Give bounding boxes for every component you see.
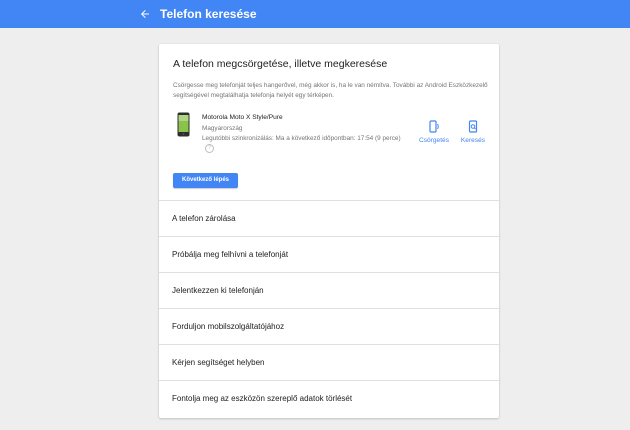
app-header: Telefon keresése (0, 0, 630, 28)
find-phone-card: A telefon megcsörgetése, illetve megkere… (159, 44, 499, 418)
ring-phone-label: Csörgetés (418, 137, 450, 144)
page-title: Telefon keresése (160, 7, 257, 21)
option-contact-carrier[interactable]: Forduljon mobilszolgáltatójához (159, 308, 499, 344)
options-list: A telefon zárolása Próbálja meg felhívni… (159, 200, 499, 416)
option-call-phone[interactable]: Próbálja meg felhívni a telefonját (159, 236, 499, 272)
locate-phone-icon (468, 120, 478, 133)
arrow-back-icon (141, 10, 149, 18)
card-description: Csörgesse meg telefonját teljes hangerőv… (173, 82, 488, 99)
next-step-button[interactable]: Következő lépés (173, 173, 238, 188)
device-sync-status: Legutóbbi szinkronizálás: Ma a következő… (202, 134, 410, 154)
device-sync-text: Legutóbbi szinkronizálás: Ma a következő… (202, 135, 401, 142)
option-sign-out[interactable]: Jelentkezzen ki telefonján (159, 272, 499, 308)
phone-icon (177, 112, 190, 137)
card-title: A telefon megcsörgetése, illetve megkere… (173, 58, 388, 70)
locate-phone-label: Keresés (460, 137, 486, 144)
option-erase-data[interactable]: Fontolja meg az eszközön szereplő adatok… (159, 380, 499, 416)
back-button[interactable] (136, 5, 154, 23)
option-lock-phone[interactable]: A telefon zárolása (159, 200, 499, 236)
device-country: Magyarország (202, 125, 243, 132)
option-local-help[interactable]: Kérjen segítséget helyben (159, 344, 499, 380)
help-icon[interactable]: ? (205, 144, 214, 153)
ring-phone-button[interactable]: Csörgetés (414, 120, 454, 144)
ring-phone-icon (429, 120, 439, 133)
locate-phone-button[interactable]: Keresés (457, 120, 489, 144)
device-name: Motorola Moto X Style/Pure (202, 114, 283, 121)
